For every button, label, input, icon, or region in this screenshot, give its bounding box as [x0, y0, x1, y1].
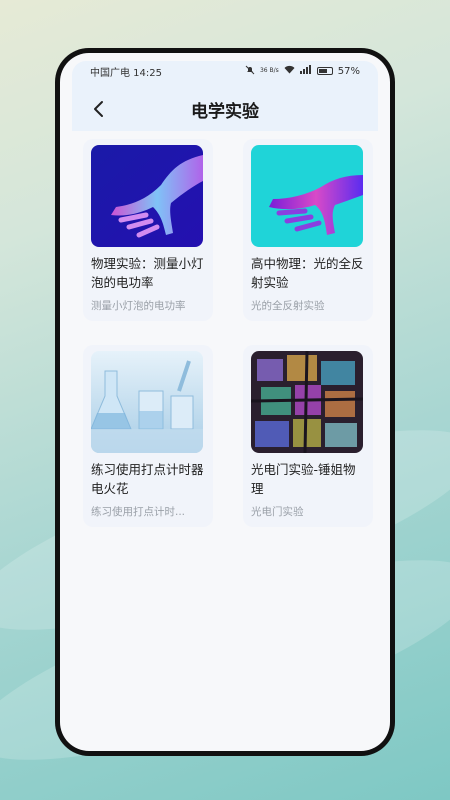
phone-frame: 中国广电 14:25 36 B/s 57% 电学实验 物理实验：测量小灯泡的电功… — [55, 48, 395, 756]
experiment-thumbnail-glassware — [91, 351, 203, 453]
status-bar: 中国广电 14:25 36 B/s 57% — [90, 63, 360, 79]
status-icons: 36 B/s 57% — [245, 65, 360, 78]
card-subtitle: 练习使用打点计时... — [91, 506, 186, 518]
signal-icon — [299, 65, 312, 77]
experiment-card[interactable]: 练习使用打点计时器电火花 练习使用打点计时... — [83, 345, 213, 527]
network-speed: 36 B/s — [259, 67, 279, 74]
card-title: 高中物理：光的全反射实验 — [251, 256, 364, 290]
battery-icon — [316, 67, 333, 75]
card-subtitle: 测量小灯泡的电功率 — [91, 300, 186, 312]
phone-screen: 中国广电 14:25 36 B/s 57% 电学实验 物理实验：测量小灯泡的电功… — [60, 53, 390, 751]
page-title: 电学实验 — [191, 101, 259, 122]
wifi-icon — [284, 65, 295, 77]
chevron-left-icon — [94, 101, 103, 117]
experiment-card[interactable]: 光电门实验-锤姐物理 光电门实验 — [243, 345, 373, 527]
card-title: 物理实验：测量小灯泡的电功率 — [91, 256, 204, 290]
card-title: 练习使用打点计时器电火花 — [91, 462, 204, 496]
experiment-thumbnail-crystal — [251, 351, 363, 453]
card-subtitle: 光电门实验 — [251, 506, 304, 518]
experiment-card[interactable]: 物理实验：测量小灯泡的电功率 测量小灯泡的电功率 — [83, 139, 213, 321]
experiment-grid: 物理实验：测量小灯泡的电功率 测量小灯泡的电功率 高中物理：光的全反射实验 光的 — [83, 139, 373, 527]
battery-percent: 57% — [337, 65, 360, 77]
back-button[interactable] — [84, 95, 112, 123]
experiment-thumbnail-hand — [91, 145, 203, 247]
mute-bell-icon — [245, 65, 255, 78]
card-title: 光电门实验-锤姐物理 — [251, 462, 356, 496]
carrier-time: 中国广电 14:25 — [90, 67, 162, 79]
card-subtitle: 光的全反射实验 — [251, 300, 325, 312]
navigation-bar: 电学实验 — [72, 91, 378, 127]
experiment-card[interactable]: 高中物理：光的全反射实验 光的全反射实验 — [243, 139, 373, 321]
experiment-thumbnail-hand — [251, 145, 363, 247]
